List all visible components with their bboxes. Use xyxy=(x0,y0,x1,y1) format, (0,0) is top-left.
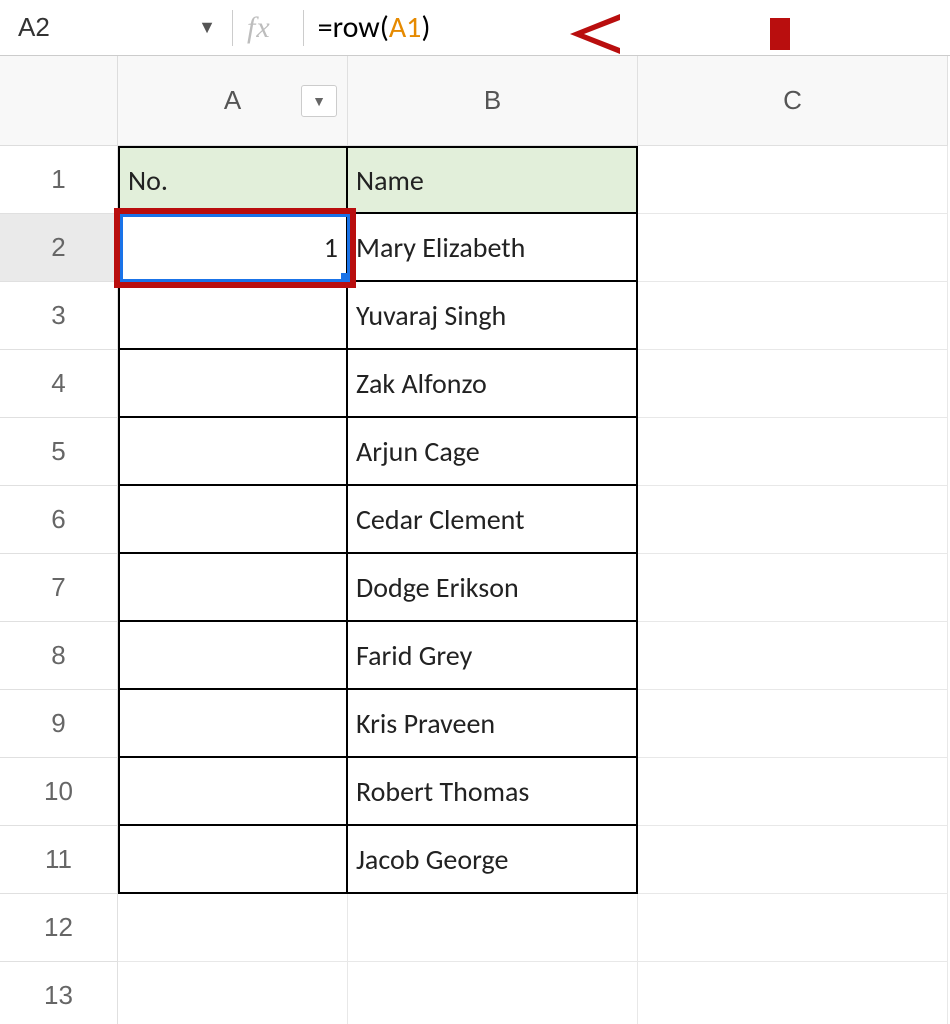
row-13: 13 xyxy=(0,962,950,1024)
name-box-dropdown-icon[interactable]: ▼ xyxy=(198,17,216,38)
cell-a8[interactable] xyxy=(118,622,348,690)
row-8: 8 Farid Grey xyxy=(0,622,950,690)
cell-b2[interactable]: Mary Elizabeth xyxy=(348,214,638,282)
cell-a1[interactable]: No. xyxy=(118,146,348,214)
cell-a4[interactable] xyxy=(118,350,348,418)
cell-c13[interactable] xyxy=(638,962,948,1024)
column-header-row: A ▼ B C xyxy=(0,56,950,146)
row-header[interactable]: 1 xyxy=(0,146,118,214)
row-header[interactable]: 5 xyxy=(0,418,118,486)
cell-b6[interactable]: Cedar Clement xyxy=(348,486,638,554)
cell-a12[interactable] xyxy=(118,894,348,962)
fx-icon[interactable]: fx xyxy=(247,11,271,45)
divider xyxy=(303,10,304,46)
cell-c9[interactable] xyxy=(638,690,948,758)
cell-c1[interactable] xyxy=(638,146,948,214)
formula-cell-ref: A1 xyxy=(389,9,422,46)
column-label: B xyxy=(484,85,501,116)
formula-bar: A2 ▼ fx =row(A1) xyxy=(0,0,950,56)
formula-input[interactable]: =row(A1) xyxy=(318,9,431,46)
cell-c5[interactable] xyxy=(638,418,948,486)
divider xyxy=(232,10,233,46)
cell-a13[interactable] xyxy=(118,962,348,1024)
cell-c12[interactable] xyxy=(638,894,948,962)
row-4: 4 Zak Alfonzo xyxy=(0,350,950,418)
select-all-corner[interactable] xyxy=(0,56,118,146)
cell-c3[interactable] xyxy=(638,282,948,350)
cell-c4[interactable] xyxy=(638,350,948,418)
cell-a10[interactable] xyxy=(118,758,348,826)
cell-a3[interactable] xyxy=(118,282,348,350)
cell-c8[interactable] xyxy=(638,622,948,690)
row-12: 12 xyxy=(0,894,950,962)
formula-text-suffix: ) xyxy=(421,9,430,46)
cell-b11[interactable]: Jacob George xyxy=(348,826,638,894)
cell-c10[interactable] xyxy=(638,758,948,826)
cell-b12[interactable] xyxy=(348,894,638,962)
cell-a5[interactable] xyxy=(118,418,348,486)
cell-b9[interactable]: Kris Praveen xyxy=(348,690,638,758)
row-header[interactable]: 9 xyxy=(0,690,118,758)
row-header[interactable]: 8 xyxy=(0,622,118,690)
cell-b8[interactable]: Farid Grey xyxy=(348,622,638,690)
name-box-value: A2 xyxy=(18,12,50,43)
cell-c6[interactable] xyxy=(638,486,948,554)
row-7: 7 Dodge Erikson xyxy=(0,554,950,622)
row-11: 11 Jacob George xyxy=(0,826,950,894)
column-header-a[interactable]: A ▼ xyxy=(118,56,348,146)
cell-b13[interactable] xyxy=(348,962,638,1024)
row-header[interactable]: 13 xyxy=(0,962,118,1024)
row-1: 1 No. Name xyxy=(0,146,950,214)
row-5: 5 Arjun Cage xyxy=(0,418,950,486)
row-9: 9 Kris Praveen xyxy=(0,690,950,758)
cell-b5[interactable]: Arjun Cage xyxy=(348,418,638,486)
cell-a6[interactable] xyxy=(118,486,348,554)
row-header[interactable]: 2 xyxy=(0,214,118,282)
row-2: 2 1 Mary Elizabeth xyxy=(0,214,950,282)
formula-text-prefix: =row( xyxy=(318,9,389,46)
cell-a11[interactable] xyxy=(118,826,348,894)
cell-b7[interactable]: Dodge Erikson xyxy=(348,554,638,622)
cell-b1[interactable]: Name xyxy=(348,146,638,214)
column-header-b[interactable]: B xyxy=(348,56,638,146)
row-header[interactable]: 11 xyxy=(0,826,118,894)
cell-a2[interactable]: 1 xyxy=(118,214,348,282)
cell-a9[interactable] xyxy=(118,690,348,758)
cell-b4[interactable]: Zak Alfonzo xyxy=(348,350,638,418)
row-header[interactable]: 12 xyxy=(0,894,118,962)
column-filter-icon[interactable]: ▼ xyxy=(301,85,337,117)
spreadsheet-grid[interactable]: A ▼ B C 1 No. Name 2 1 Mary Elizabeth xyxy=(0,56,950,1024)
column-header-c[interactable]: C xyxy=(638,56,948,146)
name-box[interactable]: A2 ▼ xyxy=(8,8,228,48)
cell-b3[interactable]: Yuvaraj Singh xyxy=(348,282,638,350)
row-header[interactable]: 4 xyxy=(0,350,118,418)
column-label: C xyxy=(783,85,802,116)
row-header[interactable]: 7 xyxy=(0,554,118,622)
cell-b10[interactable]: Robert Thomas xyxy=(348,758,638,826)
row-3: 3 Yuvaraj Singh xyxy=(0,282,950,350)
row-header[interactable]: 10 xyxy=(0,758,118,826)
cell-c11[interactable] xyxy=(638,826,948,894)
row-10: 10 Robert Thomas xyxy=(0,758,950,826)
cell-a7[interactable] xyxy=(118,554,348,622)
cell-c7[interactable] xyxy=(638,554,948,622)
row-header[interactable]: 6 xyxy=(0,486,118,554)
column-label: A xyxy=(224,85,241,116)
row-header[interactable]: 3 xyxy=(0,282,118,350)
cell-c2[interactable] xyxy=(638,214,948,282)
row-6: 6 Cedar Clement xyxy=(0,486,950,554)
